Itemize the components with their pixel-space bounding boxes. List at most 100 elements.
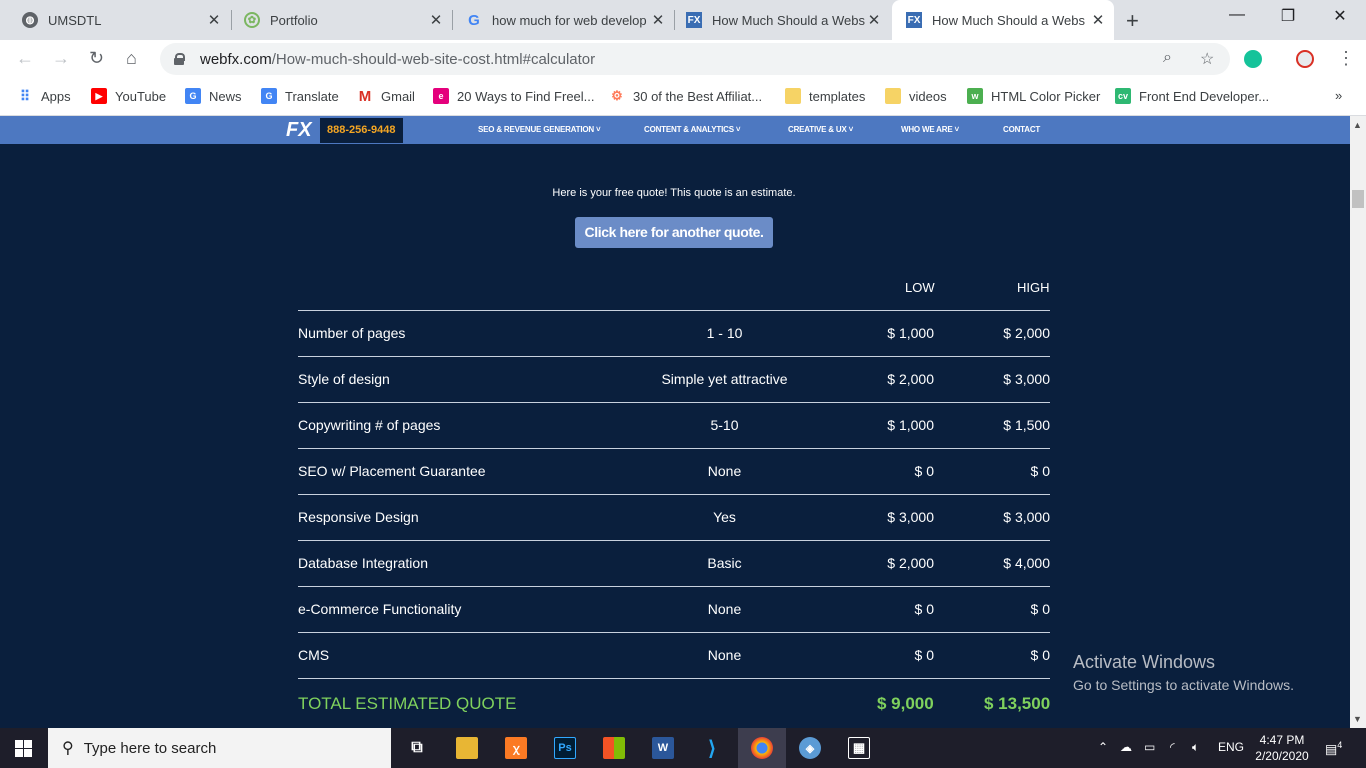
close-icon[interactable]: ✕: [866, 11, 882, 29]
grammarly-icon[interactable]: [1244, 50, 1262, 68]
bookmark-templates[interactable]: templates: [785, 88, 865, 104]
hubspot-icon: ⚙: [611, 88, 623, 103]
row-low: $ 0: [914, 601, 934, 617]
word-icon[interactable]: W: [652, 737, 674, 759]
bookmark-gmail[interactable]: M Gmail: [357, 87, 415, 105]
zoom-icon[interactable]: ⌕: [1163, 49, 1172, 67]
maximize-icon[interactable]: ❐: [1268, 6, 1308, 26]
menu-dots-icon[interactable]: ⋮: [1337, 48, 1355, 69]
close-icon[interactable]: ✕: [206, 11, 222, 29]
google-news-icon: G: [185, 88, 201, 104]
nav-seo-revenue[interactable]: SEO & REVENUE GENERATION ˅: [478, 125, 601, 134]
nav-content-analytics[interactable]: CONTENT & ANALYTICS ˅: [644, 125, 741, 134]
nav-creative-ux[interactable]: CREATIVE & UX ˅: [788, 125, 853, 134]
wifi-icon[interactable]: ◜: [1170, 740, 1175, 754]
url-host: webfx.com: [200, 50, 272, 68]
bookmark-news[interactable]: G News: [185, 88, 242, 104]
another-quote-button[interactable]: Click here for another quote.: [575, 217, 773, 248]
phone-number[interactable]: 888-256-9448: [320, 118, 403, 143]
calculator-icon[interactable]: ▦: [848, 737, 870, 759]
more-bookmarks-button[interactable]: »: [1335, 88, 1342, 103]
profile-avatar[interactable]: [1296, 50, 1314, 68]
close-icon[interactable]: ✕: [428, 11, 444, 29]
table-row: Responsive Design Yes $ 3,000 $ 3,000: [298, 494, 1050, 540]
bookmark-youtube[interactable]: ▶ YouTube: [91, 88, 166, 104]
bookmark-apps[interactable]: ⠿ Apps: [17, 88, 71, 104]
bookmark-videos[interactable]: videos: [885, 88, 947, 104]
e-icon: e: [433, 88, 449, 104]
bookmark-translate[interactable]: G Translate: [261, 88, 339, 104]
file-explorer-icon[interactable]: [456, 737, 478, 759]
nav-contact[interactable]: CONTACT: [1003, 125, 1040, 134]
new-tab-button[interactable]: +: [1126, 8, 1139, 34]
total-high: $ 13,500: [984, 694, 1051, 713]
nav-who-we-are[interactable]: WHO WE ARE ˅: [901, 125, 959, 134]
total-low: $ 9,000: [877, 694, 934, 713]
onedrive-icon[interactable]: ☁: [1120, 740, 1132, 754]
close-window-icon[interactable]: ✕: [1320, 6, 1360, 26]
bookmark-label: templates: [809, 88, 866, 104]
scroll-down-icon[interactable]: ▼: [1353, 714, 1362, 724]
row-low: $ 0: [914, 647, 934, 663]
chrome-icon[interactable]: [751, 737, 773, 759]
forward-icon[interactable]: →: [52, 48, 70, 69]
table-row: Copywriting # of pages 5-10 $ 1,000 $ 1,…: [298, 402, 1050, 448]
windows-start-icon[interactable]: [15, 740, 32, 757]
xampp-icon[interactable]: ꭓ: [505, 737, 527, 759]
microsoft-store-icon[interactable]: [603, 737, 625, 759]
address-bar[interactable]: webfx.com/How-much-should-web-site-cost.…: [160, 43, 1230, 75]
reload-icon[interactable]: ↻: [89, 48, 104, 69]
row-selection: Basic: [707, 555, 742, 571]
bookmark-label: YouTube: [115, 88, 167, 104]
bookmark-color-picker[interactable]: w HTML Color Picker: [967, 88, 1100, 104]
portfolio-icon: ✿: [244, 12, 260, 28]
row-selection: None: [707, 463, 742, 479]
row-low: $ 2,000: [887, 555, 934, 571]
tab-google-search[interactable]: G how much for web develop ✕: [452, 0, 674, 40]
youtube-icon: ▶: [91, 88, 107, 104]
task-view-icon[interactable]: ⧉: [406, 737, 428, 759]
vscode-icon[interactable]: ⟩: [701, 737, 723, 760]
row-low: $ 1,000: [887, 325, 934, 341]
battery-icon[interactable]: ▭: [1144, 740, 1155, 754]
clock-date: 2/20/2020: [1255, 749, 1309, 763]
tab-webfx-1[interactable]: FX How Much Should a Webs ✕: [672, 0, 890, 40]
taskbar-search[interactable]: ⚲ Type here to search: [48, 728, 391, 768]
volume-icon[interactable]: 🔈︎: [1192, 740, 1199, 755]
tray-overflow-icon[interactable]: ⌃: [1098, 740, 1108, 754]
site-navigation: FX 888-256-9448 SEO & REVENUE GENERATION…: [0, 116, 1350, 144]
row-label: Copywriting # of pages: [298, 417, 441, 433]
table-row: CMS None $ 0 $ 0: [298, 632, 1050, 678]
url-text[interactable]: webfx.com/How-much-should-web-site-cost.…: [200, 51, 595, 68]
minimize-icon[interactable]: —: [1217, 6, 1257, 24]
bookmark-star-icon[interactable]: ☆: [1200, 49, 1214, 69]
tab-umsdtl[interactable]: ◍ UMSDTL ✕: [8, 0, 230, 40]
system-clock[interactable]: 4:47 PM 2/20/2020: [1250, 732, 1314, 764]
tab-webfx-active[interactable]: FX How Much Should a Webs ✕: [892, 0, 1114, 40]
scroll-up-icon[interactable]: ▲: [1353, 120, 1362, 130]
total-label: TOTAL ESTIMATED QUOTE: [298, 694, 517, 713]
bookmark-label: Front End Developer...: [1139, 88, 1270, 104]
close-icon[interactable]: ✕: [1090, 11, 1106, 29]
table-row: Number of pages 1 - 10 $ 1,000 $ 2,000: [298, 310, 1050, 356]
page-scrollbar[interactable]: ▲ ▼: [1350, 116, 1366, 728]
back-icon[interactable]: ←: [16, 48, 34, 69]
home-icon[interactable]: ⌂: [126, 48, 137, 69]
bookmark-frontend[interactable]: cv Front End Developer...: [1115, 88, 1269, 104]
tab-portfolio[interactable]: ✿ Portfolio ✕: [230, 0, 452, 40]
notification-center-icon[interactable]: ▤4: [1325, 740, 1342, 757]
row-low: $ 0: [914, 463, 934, 479]
bookmark-affiliate[interactable]: ⚙ 30 of the Best Affiliat...: [609, 88, 762, 104]
gmail-icon: M: [358, 87, 372, 105]
photoshop-icon[interactable]: Ps: [554, 737, 576, 759]
scrollbar-thumb[interactable]: [1352, 190, 1364, 208]
bookmark-freelance[interactable]: e 20 Ways to Find Freel...: [433, 88, 595, 104]
row-high: $ 1,500: [1003, 417, 1050, 433]
close-icon[interactable]: ✕: [650, 11, 666, 29]
row-high: $ 3,000: [1003, 509, 1050, 525]
row-selection: 5-10: [710, 417, 739, 433]
webfx-logo[interactable]: FX: [286, 119, 312, 142]
bookmark-label: Gmail: [381, 88, 415, 104]
language-indicator[interactable]: ENG: [1218, 740, 1244, 754]
shield-icon[interactable]: ◈: [799, 737, 821, 759]
